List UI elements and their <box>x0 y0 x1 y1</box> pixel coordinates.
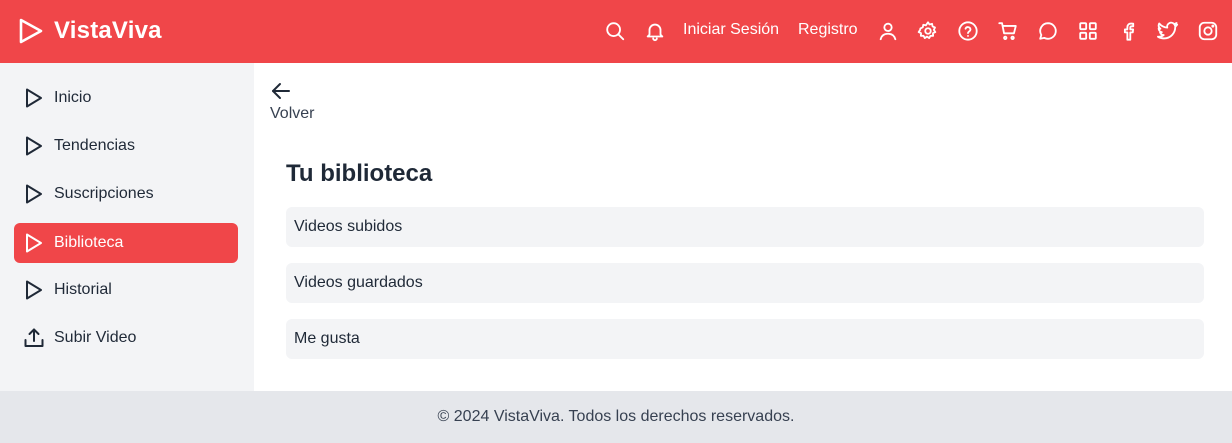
grid-icon[interactable] <box>1068 11 1108 51</box>
page-title: Tu biblioteca <box>286 160 433 187</box>
instagram-icon[interactable] <box>1188 11 1228 51</box>
register-link[interactable]: Registro <box>798 21 858 39</box>
sidebar-item-label: Inicio <box>54 89 92 106</box>
sidebar-item-subir-video[interactable]: Subir Video <box>14 318 238 358</box>
chat-icon[interactable] <box>1028 11 1068 51</box>
play-icon <box>26 136 42 156</box>
gear-icon[interactable] <box>908 11 948 51</box>
library-item-uploaded[interactable]: Videos subidos <box>286 207 1204 247</box>
sidebar-item-tendencias[interactable]: Tendencias <box>14 126 238 166</box>
library-item-liked[interactable]: Me gusta <box>286 319 1204 359</box>
twitter-icon[interactable] <box>1148 11 1188 51</box>
top-header: VistaViva Iniciar Sesión Registro <box>0 0 1232 63</box>
back-label: Volver <box>270 105 315 122</box>
sidebar-item-label: Tendencias <box>54 137 135 154</box>
sidebar-item-biblioteca[interactable]: Biblioteca <box>14 223 238 263</box>
play-icon <box>19 18 43 44</box>
upload-icon <box>24 328 44 347</box>
bell-icon[interactable] <box>635 11 675 51</box>
facebook-icon[interactable] <box>1108 11 1148 51</box>
sidebar-item-historial[interactable]: Historial <box>14 270 238 310</box>
sidebar-item-label: Historial <box>54 281 112 298</box>
user-icon[interactable] <box>868 11 908 51</box>
sidebar-item-inicio[interactable]: Inicio <box>14 78 238 118</box>
back-button[interactable]: Volver <box>270 80 314 123</box>
login-link[interactable]: Iniciar Sesión <box>683 21 779 39</box>
sidebar-item-suscripciones[interactable]: Suscripciones <box>14 174 238 214</box>
arrow-left-icon <box>272 83 290 99</box>
brand-name: VistaViva <box>54 17 162 44</box>
footer-text: © 2024 VistaViva. Todos los derechos res… <box>437 408 795 425</box>
help-icon[interactable] <box>948 11 988 51</box>
library-item-saved[interactable]: Videos guardados <box>286 263 1204 303</box>
brand-logo[interactable]: VistaViva <box>18 17 162 45</box>
search-icon[interactable] <box>595 11 635 51</box>
sidebar-item-label: Suscripciones <box>54 185 154 202</box>
play-icon <box>26 233 42 253</box>
play-icon <box>26 184 42 204</box>
play-icon <box>26 280 42 300</box>
play-icon <box>26 88 42 108</box>
footer: © 2024 VistaViva. Todos los derechos res… <box>0 391 1232 443</box>
sidebar-item-label: Biblioteca <box>54 234 124 251</box>
sidebar-item-label: Subir Video <box>54 329 137 346</box>
cart-icon[interactable] <box>988 11 1028 51</box>
